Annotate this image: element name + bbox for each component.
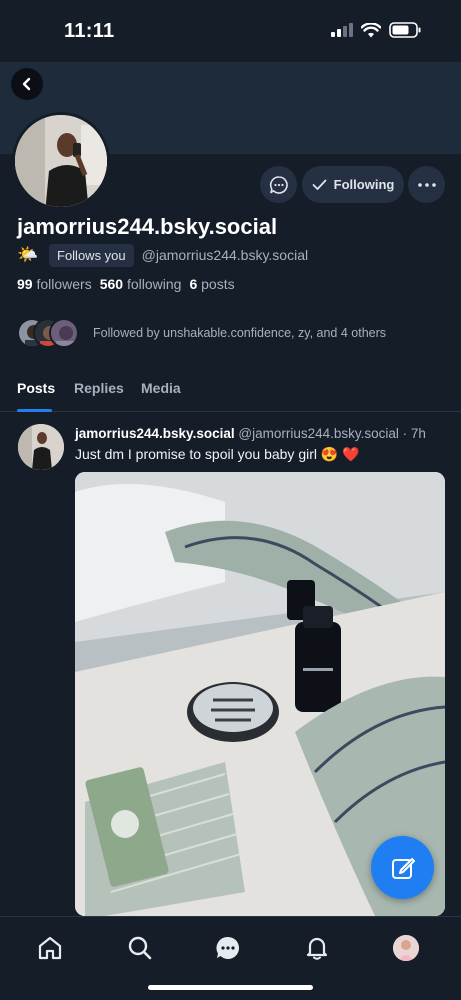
following-label: following xyxy=(126,276,182,292)
nav-home[interactable] xyxy=(35,933,65,963)
active-tab-indicator xyxy=(17,409,52,412)
back-button[interactable] xyxy=(11,68,43,100)
post-author-handle: @jamorrius244.bsky.social xyxy=(238,426,399,441)
check-icon xyxy=(312,179,327,190)
followers-stat[interactable]: 99 followers xyxy=(17,276,92,292)
following-button-label: Following xyxy=(333,177,395,192)
compose-icon xyxy=(391,857,415,879)
nav-profile[interactable] xyxy=(391,933,421,963)
followers-label: followers xyxy=(36,276,92,292)
message-icon xyxy=(269,175,288,194)
status-bar: 11:11 xyxy=(0,0,461,62)
following-count: 560 xyxy=(99,276,124,292)
home-indicator xyxy=(148,985,313,990)
profile-avatar[interactable] xyxy=(12,112,110,210)
message-button[interactable] xyxy=(260,166,297,203)
profile-meta: 🌤️ Follows you @jamorrius244.bsky.social xyxy=(17,243,308,267)
followers-count: 99 xyxy=(17,276,33,292)
following-button[interactable]: Following xyxy=(302,166,404,203)
wifi-icon xyxy=(361,22,381,37)
status-icons xyxy=(331,22,421,38)
post-time: 7h xyxy=(410,426,426,441)
post-author-avatar[interactable] xyxy=(18,424,64,470)
followed-by-text: Followed by unshakable.confidence, zy, a… xyxy=(93,326,387,340)
profile-handle: @jamorrius244.bsky.social xyxy=(141,247,309,263)
nav-search[interactable] xyxy=(125,933,155,963)
post-author-name[interactable]: jamorrius244.bsky.social xyxy=(75,426,235,441)
status-time: 11:11 xyxy=(64,20,115,42)
follower-avatar xyxy=(49,318,79,348)
nav-profile-avatar xyxy=(393,935,419,961)
posts-stat: 6 posts xyxy=(189,276,234,292)
signal-icon xyxy=(331,23,353,37)
post-separator: · xyxy=(398,426,411,441)
chat-icon xyxy=(216,936,240,959)
nav-chat[interactable] xyxy=(213,933,243,963)
battery-icon xyxy=(389,22,421,38)
search-icon xyxy=(128,936,152,960)
more-button[interactable] xyxy=(408,166,445,203)
follows-you-badge: Follows you xyxy=(49,243,134,267)
tab-replies[interactable]: Replies xyxy=(74,380,124,396)
home-icon xyxy=(38,936,62,960)
more-icon xyxy=(417,182,436,187)
posts-label: posts xyxy=(201,276,235,292)
profile-stats: 99 followers 560 following 6 posts xyxy=(17,276,235,292)
profile-display-name: jamorrius244.bsky.social xyxy=(17,214,278,239)
bell-icon xyxy=(306,937,328,960)
tab-media[interactable]: Media xyxy=(141,380,181,396)
back-arrow-icon xyxy=(22,77,31,91)
nav-notifications[interactable] xyxy=(302,933,332,963)
post-text: Just dm I promise to spoil you baby girl… xyxy=(75,446,360,462)
followed-by-row[interactable]: Followed by unshakable.confidence, zy, a… xyxy=(17,318,386,348)
profile-emoji: 🌤️ xyxy=(17,245,39,264)
post-header: jamorrius244.bsky.social @jamorrius244.b… xyxy=(75,426,426,441)
following-stat[interactable]: 560 following xyxy=(100,276,182,292)
tab-posts[interactable]: Posts xyxy=(17,380,55,396)
profile-tabs: Posts Replies Media xyxy=(0,370,461,412)
posts-count: 6 xyxy=(189,276,198,292)
compose-button[interactable] xyxy=(371,836,434,899)
